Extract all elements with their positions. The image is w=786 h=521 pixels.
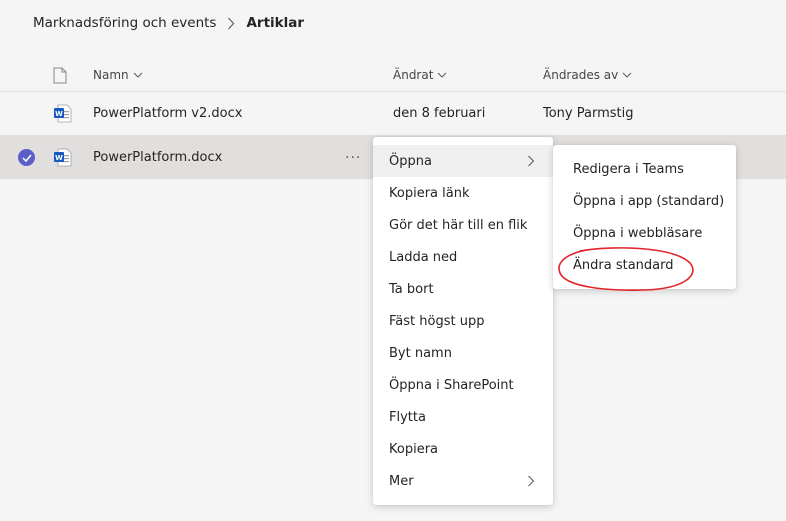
menu-item-label: Ladda ned xyxy=(389,249,458,265)
menu-item-label: Öppna xyxy=(389,153,432,169)
submenu-item-edit-in-teams[interactable]: Redigera i Teams xyxy=(553,153,736,185)
file-name[interactable]: PowerPlatform.docx xyxy=(93,136,222,179)
chevron-right-icon xyxy=(527,475,535,487)
column-modified-header[interactable]: Ändrat xyxy=(393,62,447,88)
column-modified-by-header[interactable]: Ändrades av xyxy=(543,62,632,88)
context-menu: Öppna Kopiera länk Gör det här till en f… xyxy=(373,137,553,505)
files-page: Marknadsföring och events Artiklar Namn … xyxy=(0,0,786,521)
file-modified: den 8 februari xyxy=(393,106,486,121)
submenu-item-open-in-browser[interactable]: Öppna i webbläsare xyxy=(553,217,736,249)
word-doc-icon: W xyxy=(53,136,72,179)
menu-item-more[interactable]: Mer xyxy=(373,465,553,497)
column-modified-by-label: Ändrades av xyxy=(543,68,619,82)
column-header: Namn Ändrat Ändrades av xyxy=(0,62,786,88)
submenu-item-label: Öppna i webbläsare xyxy=(573,225,703,241)
menu-item-label: Byt namn xyxy=(389,345,452,361)
menu-item-label: Fäst högst upp xyxy=(389,313,485,329)
menu-item-delete[interactable]: Ta bort xyxy=(373,273,553,305)
checkmark-icon xyxy=(18,149,35,166)
file-type-column-icon[interactable] xyxy=(53,62,67,88)
breadcrumb: Marknadsföring och events Artiklar xyxy=(33,13,304,33)
breadcrumb-parent-link[interactable]: Marknadsföring och events xyxy=(33,15,216,31)
table-row[interactable]: W PowerPlatform v2.docx den 8 februari T… xyxy=(0,92,786,135)
breadcrumb-current: Artiklar xyxy=(246,15,305,31)
menu-item-label: Ta bort xyxy=(389,281,434,297)
menu-item-label: Öppna i SharePoint xyxy=(389,377,514,393)
menu-item-label: Gör det här till en flik xyxy=(389,217,528,233)
menu-item-label: Flytta xyxy=(389,409,426,425)
menu-item-pin-to-top[interactable]: Fäst högst upp xyxy=(373,305,553,337)
menu-item-rename[interactable]: Byt namn xyxy=(373,337,553,369)
submenu-item-label: Ändra standard xyxy=(573,257,674,273)
menu-item-open-in-sharepoint[interactable]: Öppna i SharePoint xyxy=(373,369,553,401)
menu-item-label: Kopiera länk xyxy=(389,185,470,201)
file-modified-by: Tony Parmstig xyxy=(543,106,634,121)
column-name-header[interactable]: Namn xyxy=(93,62,143,88)
menu-item-open[interactable]: Öppna xyxy=(373,145,553,177)
menu-item-move[interactable]: Flytta xyxy=(373,401,553,433)
chevron-right-icon xyxy=(227,16,237,30)
chevron-right-icon xyxy=(527,155,535,167)
svg-text:W: W xyxy=(55,154,63,162)
word-doc-icon: W xyxy=(53,92,72,135)
menu-item-label: Kopiera xyxy=(389,441,439,457)
submenu-item-label: Redigera i Teams xyxy=(573,161,684,177)
file-name[interactable]: PowerPlatform v2.docx xyxy=(93,92,242,135)
chevron-down-icon xyxy=(133,72,143,78)
svg-text:W: W xyxy=(55,110,63,118)
chevron-down-icon xyxy=(437,72,447,78)
open-submenu: Redigera i Teams Öppna i app (standard) … xyxy=(553,145,736,289)
column-modified-label: Ändrat xyxy=(393,68,434,82)
row-checkbox[interactable] xyxy=(18,136,35,179)
submenu-item-label: Öppna i app (standard) xyxy=(573,193,725,209)
menu-item-copy-link[interactable]: Kopiera länk xyxy=(373,177,553,209)
menu-item-copy[interactable]: Kopiera xyxy=(373,433,553,465)
submenu-item-change-default[interactable]: Ändra standard xyxy=(553,249,736,281)
chevron-down-icon xyxy=(622,72,632,78)
menu-item-make-tab[interactable]: Gör det här till en flik xyxy=(373,209,553,241)
submenu-item-open-in-app[interactable]: Öppna i app (standard) xyxy=(553,185,736,217)
column-name-label: Namn xyxy=(93,68,129,82)
menu-item-download[interactable]: Ladda ned xyxy=(373,241,553,273)
more-options-button[interactable]: ··· xyxy=(345,136,361,179)
menu-item-label: Mer xyxy=(389,473,414,489)
